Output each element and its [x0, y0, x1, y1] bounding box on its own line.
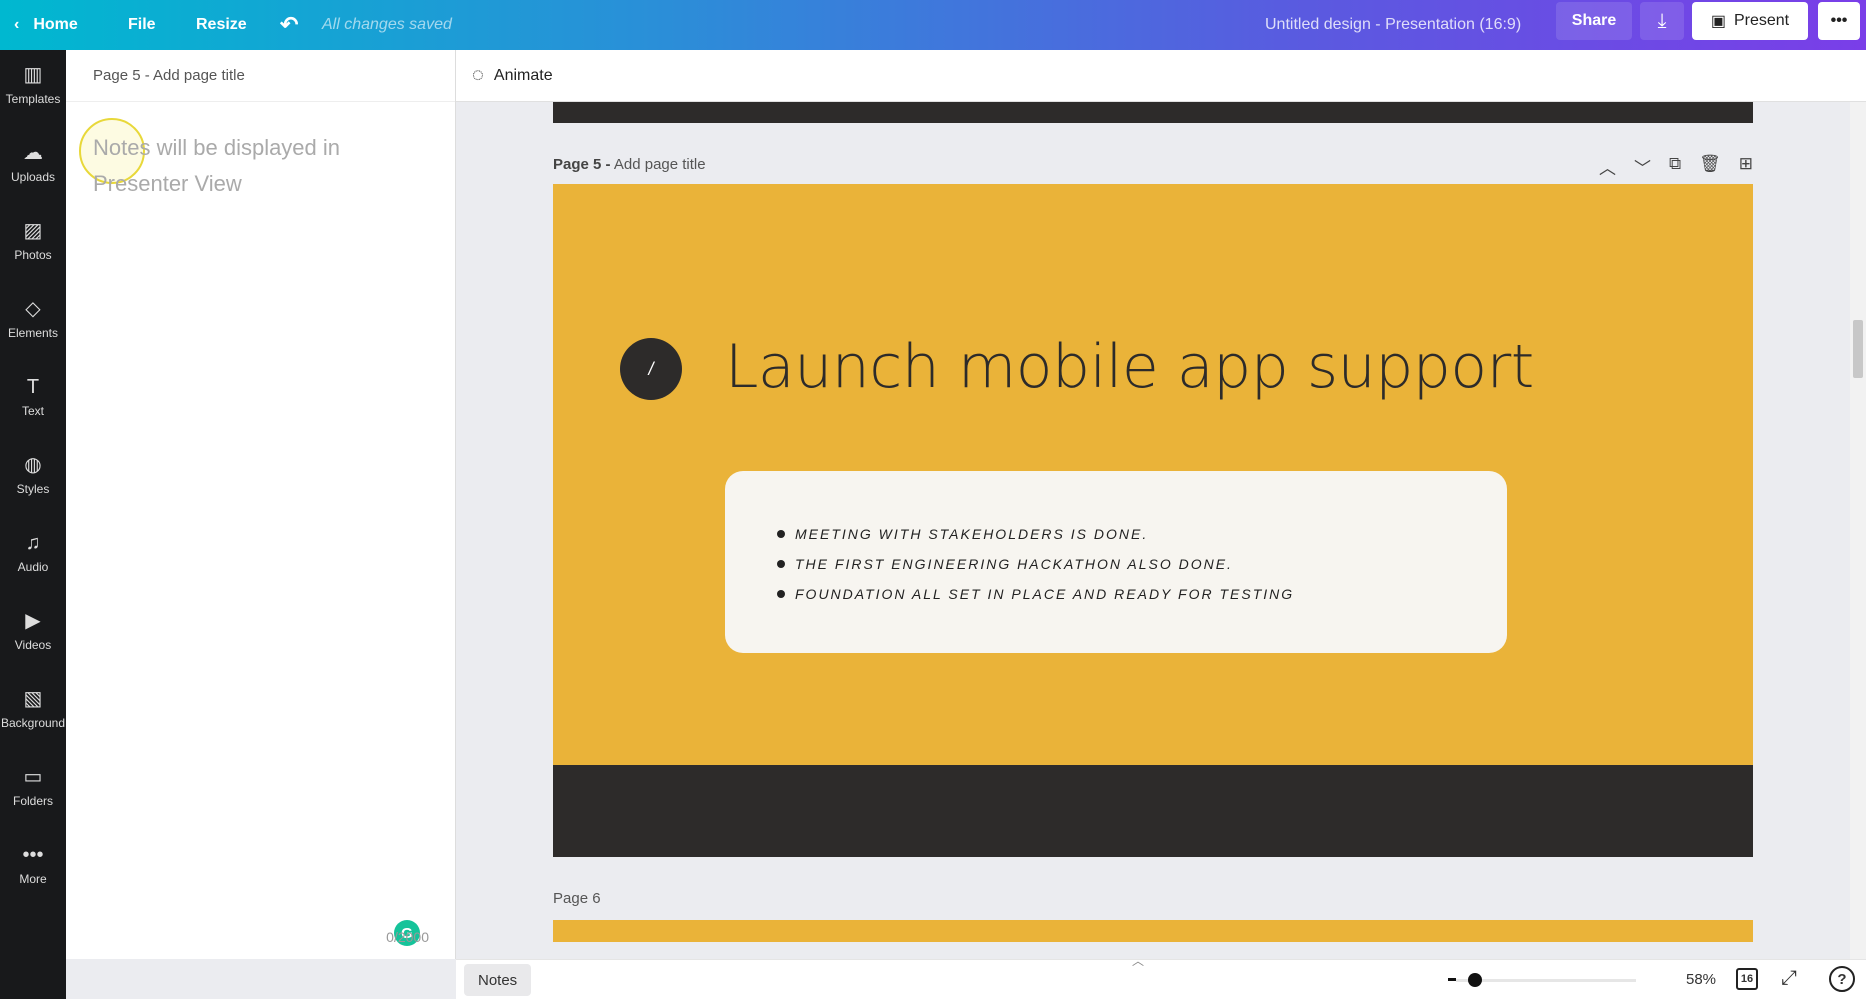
slide-page-6[interactable] — [553, 920, 1753, 942]
sidebar-item-folders[interactable]: ▭ Folders — [0, 766, 66, 836]
sidebar-item-text[interactable]: T Text — [0, 376, 66, 446]
left-sidebar: ▥ Templates ☁ Uploads ▨ Photos ◇ Elements T Text ◍… — [0, 50, 66, 999]
notes-button[interactable]: Notes — [464, 964, 532, 996]
notes-page-title[interactable]: Page 5 - Add page title — [66, 50, 455, 102]
character-count: 0/2000 — [386, 929, 429, 945]
elements-icon: ◇ — [25, 298, 41, 320]
zoom-slider[interactable] — [1448, 973, 1636, 987]
zoom-level[interactable]: 58% — [1686, 971, 1716, 988]
home-button[interactable]: ‹ Home — [14, 0, 78, 50]
background-icon: ▧ — [23, 688, 43, 710]
sidebar-item-more[interactable]: ••• More — [0, 844, 66, 914]
help-button[interactable]: ? — [1829, 966, 1855, 992]
sidebar-item-videos[interactable]: ▶ Videos — [0, 610, 66, 680]
slide-title[interactable]: Launch mobile app support — [725, 332, 1534, 402]
notes-input[interactable]: Notes will be displayed in Presenter Vie… — [93, 130, 393, 202]
uploads-icon: ☁ — [23, 142, 43, 164]
move-down-icon[interactable]: ﹀ — [1634, 154, 1651, 179]
photos-icon: ▨ — [23, 220, 43, 242]
page-6-label[interactable]: Page 6 — [553, 890, 601, 907]
bottom-bar: Notes ︿ 58% 16 ⤢ ? — [456, 954, 1866, 999]
slide-footer-band — [553, 765, 1753, 857]
sidebar-item-label: Photos — [14, 248, 52, 262]
present-button[interactable]: ▣ Present — [1692, 2, 1808, 40]
bullet-item[interactable]: The first engineering hackathon also don… — [777, 549, 1507, 579]
sidebar-item-elements[interactable]: ◇ Elements — [0, 298, 66, 368]
bullet-item[interactable]: Foundation all set in place and ready fo… — [777, 579, 1507, 609]
sidebar-item-audio[interactable]: ♫ Audio — [0, 532, 66, 602]
undo-icon[interactable]: ↶ — [280, 0, 298, 50]
canvas-area: Page 5 - Add page title ︿ ﹀ ⧉ 🗑 ⊞ / Laun… — [456, 102, 1850, 959]
audio-icon: ♫ — [25, 532, 41, 554]
page-count-button[interactable]: 16 — [1736, 968, 1758, 990]
sidebar-item-label: Templates — [5, 92, 61, 106]
sidebar-item-label: Uploads — [10, 170, 56, 184]
styles-icon: ◍ — [24, 454, 42, 476]
resize-button[interactable]: Resize — [196, 0, 247, 50]
videos-icon: ▶ — [25, 610, 41, 632]
folders-icon: ▭ — [23, 766, 43, 788]
sidebar-item-label: Text — [21, 404, 44, 418]
sidebar-item-photos[interactable]: ▨ Photos — [0, 220, 66, 290]
add-page-icon[interactable]: ⊞ — [1739, 154, 1753, 179]
animate-icon[interactable]: ◌ — [472, 64, 484, 87]
slide-page-4[interactable] — [553, 102, 1753, 123]
number-badge[interactable]: / — [620, 338, 682, 400]
sidebar-item-label: Videos — [14, 638, 52, 652]
move-up-icon[interactable]: ︿ — [1599, 154, 1616, 179]
slider-start — [1448, 978, 1456, 981]
sidebar-item-styles[interactable]: ◍ Styles — [0, 454, 66, 524]
file-menu[interactable]: File — [128, 0, 156, 50]
save-status: All changes saved — [322, 16, 452, 33]
expand-pages-icon[interactable]: ︿ — [1132, 952, 1144, 969]
fullscreen-icon[interactable]: ⤢ — [1781, 967, 1797, 990]
sidebar-item-label: Audio — [17, 560, 49, 574]
sidebar-item-background[interactable]: ▧ Background — [0, 688, 66, 758]
sidebar-item-templates[interactable]: ▥ Templates — [0, 64, 66, 134]
more-options-button[interactable]: ••• — [1818, 2, 1860, 40]
chevron-left-icon: ‹ — [14, 16, 20, 33]
download-icon[interactable]: ⤓ — [1640, 2, 1684, 40]
text-icon: T — [26, 376, 40, 398]
templates-icon: ▥ — [23, 64, 43, 86]
sidebar-item-label: Folders — [12, 794, 53, 808]
sidebar-item-label: Elements — [7, 326, 59, 340]
scrollbar-thumb[interactable] — [1853, 320, 1863, 378]
more-icon: ••• — [22, 844, 44, 866]
slide-page-5[interactable]: / Launch mobile app support Meeting with… — [553, 184, 1753, 857]
top-bar: ‹ Home File Resize ↶ All changes saved Un… — [0, 0, 1866, 50]
page-actions: ︿ ﹀ ⧉ 🗑 ⊞ — [1599, 154, 1753, 179]
sidebar-item-label: More — [19, 872, 47, 886]
trash-icon[interactable]: 🗑 — [1699, 154, 1721, 179]
page-5-label[interactable]: Page 5 - Add page title — [553, 156, 706, 173]
sidebar-item-label: Background — [0, 716, 66, 730]
animate-toolbar: ◌ Animate — [456, 50, 1866, 102]
sidebar-item-label: Styles — [16, 482, 50, 496]
bullet-item[interactable]: Meeting with stakeholders is done. — [777, 519, 1507, 549]
animate-button[interactable]: Animate — [494, 67, 553, 85]
duplicate-icon[interactable]: ⧉ — [1669, 154, 1681, 179]
design-title[interactable]: Untitled design - Presentation (16:9) — [1265, 0, 1521, 50]
bullet-box[interactable]: Meeting with stakeholders is done. The f… — [725, 471, 1507, 653]
vertical-scrollbar[interactable] — [1850, 102, 1866, 959]
share-button[interactable]: Share — [1556, 2, 1632, 40]
present-icon: ▣ — [1710, 13, 1726, 30]
notes-panel: Page 5 - Add page title Notes will be di… — [66, 50, 456, 959]
zoom-slider-knob[interactable] — [1468, 973, 1482, 987]
sidebar-item-uploads[interactable]: ☁ Uploads — [0, 142, 66, 212]
